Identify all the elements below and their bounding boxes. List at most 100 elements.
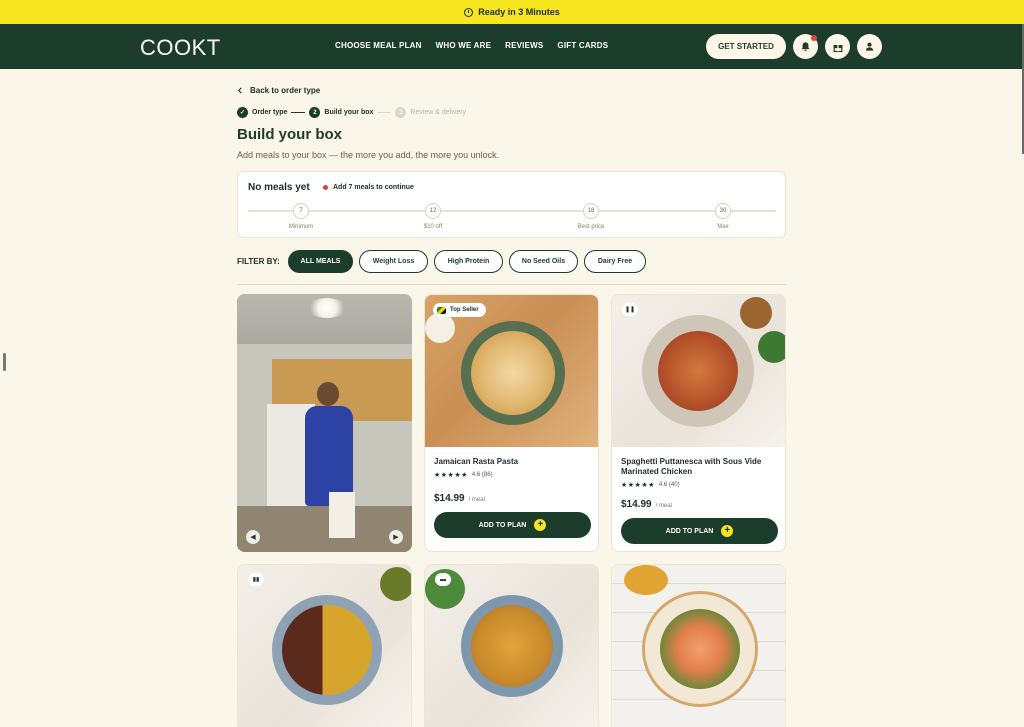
step-connector	[377, 112, 392, 113]
milestone-label: Max	[717, 224, 729, 230]
filter-weight-loss[interactable]: Weight Loss	[359, 250, 428, 273]
meal-image	[471, 605, 553, 687]
status-dot	[323, 185, 328, 190]
step-label: Build your box	[324, 109, 374, 116]
bell-icon	[801, 42, 810, 51]
price-unit: / meal	[655, 503, 672, 509]
star-rating-icon: ★★★★★	[434, 472, 468, 479]
milestone-18: 18	[583, 203, 599, 219]
step-label: Review & delivery	[410, 109, 467, 116]
meal-image	[740, 297, 772, 329]
milestone-label: Minimum	[288, 224, 314, 230]
gift-icon	[833, 44, 842, 52]
step-label: Order type	[252, 109, 288, 116]
price-unit: / meal	[468, 497, 485, 503]
add-to-plan-button[interactable]: ADD TO PLAN +	[621, 518, 778, 544]
meal-card[interactable]: ▮▮	[237, 564, 412, 727]
rating-text: 4.6 (40)	[658, 482, 680, 488]
plus-icon: +	[721, 525, 734, 537]
clock-icon	[464, 7, 474, 17]
chevron-left-icon	[237, 87, 242, 94]
filter-high-protein[interactable]: High Protein	[434, 250, 503, 273]
meal-card[interactable]	[611, 564, 786, 727]
meal-image: ▮▮	[238, 565, 411, 727]
milestone-label: $10 off	[423, 224, 443, 230]
account-button[interactable]	[857, 34, 882, 59]
meal-card[interactable]: Top Seller Jamaican Rasta Pasta ★★★★★ 4.…	[424, 294, 599, 552]
milestone-label: Best price	[577, 224, 605, 230]
left-scroll-handle[interactable]	[3, 353, 6, 371]
filter-label: FILTER BY:	[237, 257, 280, 266]
meal-image	[471, 331, 555, 415]
announcement-bar: Ready in 3 Minutes	[0, 0, 1024, 24]
star-rating-icon: ★★★★★	[621, 482, 655, 489]
meal-price: $14.99 / meal	[434, 493, 589, 504]
step-number: 2	[309, 107, 321, 118]
step-build-your-box: 2 Build your box	[309, 107, 373, 118]
top-navigation: COOKT CHOOSE MEAL PLAN WHO WE ARE REVIEW…	[0, 24, 1022, 69]
filter-no-seed-oils[interactable]: No Seed Oils	[509, 250, 578, 273]
top-seller-badge: Top Seller	[433, 303, 486, 317]
nav-link-choose-meal-plan[interactable]: CHOOSE MEAL PLAN	[335, 41, 422, 50]
progress-hint-text: Add 7 meals to continue	[333, 184, 414, 191]
meal-card[interactable]: ▬	[424, 564, 599, 727]
back-link-label: Back to order type	[250, 86, 321, 95]
gift-button[interactable]	[825, 34, 850, 59]
meal-image	[658, 331, 738, 411]
rating-text: 4.6 (86)	[471, 472, 493, 478]
stepper: ✓ Order type 2 Build your box 3 Review &…	[237, 107, 466, 118]
user-icon	[865, 42, 874, 51]
video-frame	[317, 382, 339, 406]
filter-dairy-free[interactable]: Dairy Free	[584, 250, 646, 273]
milestone-7: 7	[293, 203, 309, 219]
logo[interactable]: COOKT	[140, 35, 221, 61]
price-value: $14.99	[621, 499, 652, 510]
add-to-plan-button[interactable]: ADD TO PLAN +	[434, 512, 591, 538]
price-value: $14.99	[434, 493, 465, 504]
meal-image: Top Seller	[425, 295, 598, 447]
meal-image	[380, 567, 411, 601]
check-icon: ✓	[237, 107, 248, 118]
step-order-type: ✓ Order type	[237, 107, 287, 118]
page-subtitle: Add meals to your box — the more you add…	[237, 150, 500, 160]
play-icon[interactable]: ▶	[389, 530, 403, 544]
meal-image	[612, 565, 785, 727]
nav-links: CHOOSE MEAL PLAN WHO WE ARE REVIEWS GIFT…	[335, 41, 608, 50]
video-frame	[329, 492, 355, 538]
flag-icon: ❚❚	[622, 303, 638, 316]
divider	[237, 284, 786, 285]
meal-image	[425, 313, 455, 343]
meal-image	[282, 605, 372, 695]
flag-icon: ▬	[435, 573, 451, 586]
video-frame	[237, 506, 412, 552]
meal-name[interactable]: Spaghetti Puttanesca with Sous Vide Mari…	[621, 457, 776, 477]
get-started-button[interactable]: GET STARTED	[706, 34, 786, 59]
nav-link-reviews[interactable]: REVIEWS	[505, 41, 543, 50]
filter-all-meals[interactable]: ALL MEALS	[288, 250, 353, 273]
back-link[interactable]: Back to order type	[237, 86, 320, 95]
meal-name[interactable]: Jamaican Rasta Pasta	[434, 457, 589, 467]
meal-image	[758, 331, 785, 363]
meal-image: ▬	[425, 565, 598, 727]
flag-icon	[437, 306, 446, 314]
mute-icon[interactable]: ◀	[246, 530, 260, 544]
meal-price: $14.99 / meal	[621, 499, 776, 510]
page-title: Build your box	[237, 126, 342, 143]
add-to-plan-label: ADD TO PLAN	[478, 521, 527, 529]
milestone-12: 12	[425, 203, 441, 219]
meal-card[interactable]: ❚❚ Spaghetti Puttanesca with Sous Vide M…	[611, 294, 786, 552]
meal-image	[660, 609, 740, 689]
step-connector	[291, 112, 306, 113]
step-review-delivery: 3 Review & delivery	[395, 107, 466, 118]
notifications-button[interactable]	[793, 34, 818, 59]
promo-video[interactable]: ◀ ▶	[237, 294, 412, 552]
video-frame	[307, 298, 347, 318]
add-to-plan-label: ADD TO PLAN	[665, 527, 714, 535]
nav-link-gift-cards[interactable]: GIFT CARDS	[557, 41, 608, 50]
meal-image: ❚❚	[612, 295, 785, 447]
flag-icon: ▮▮	[248, 573, 264, 586]
meal-rating: ★★★★★ 4.6 (86)	[434, 471, 589, 479]
nav-link-who-we-are[interactable]: WHO WE ARE	[436, 41, 491, 50]
progress-hint: Add 7 meals to continue	[323, 184, 414, 191]
badge-label: Top Seller	[450, 307, 479, 313]
